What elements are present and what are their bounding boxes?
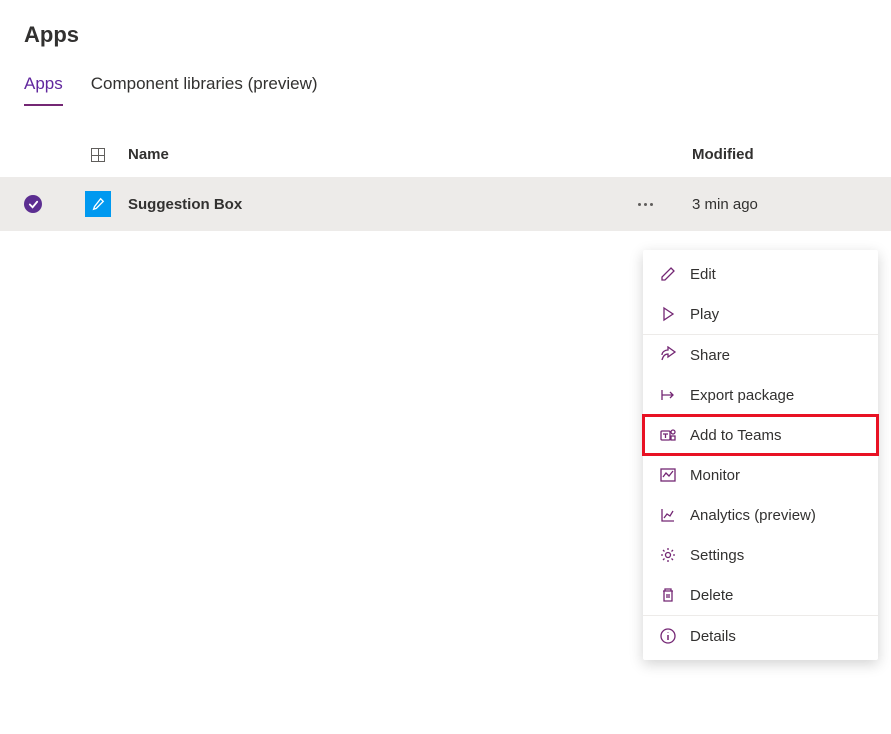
app-icon [85, 191, 111, 217]
tabs: Apps Component libraries (preview) [0, 56, 891, 106]
menu-add-to-teams-label: Add to Teams [690, 427, 781, 444]
column-name[interactable]: Name [116, 146, 632, 163]
page-title: Apps [0, 0, 891, 56]
menu-play-label: Play [690, 306, 719, 323]
delete-icon [659, 586, 677, 604]
modified-cell: 3 min ago [692, 196, 867, 213]
menu-edit[interactable]: Edit [643, 254, 878, 294]
menu-monitor[interactable]: Monitor [643, 455, 878, 495]
menu-settings-label: Settings [690, 547, 744, 564]
menu-delete-label: Delete [690, 587, 733, 604]
menu-delete[interactable]: Delete [643, 575, 878, 615]
table-row[interactable]: Suggestion Box 3 min ago [0, 177, 891, 231]
menu-analytics[interactable]: Analytics (preview) [643, 495, 878, 535]
more-actions-button[interactable] [632, 197, 692, 212]
table-header: Name Modified [0, 136, 891, 177]
menu-export-label: Export package [690, 387, 794, 404]
column-modified[interactable]: Modified [692, 146, 867, 163]
grid-view-icon[interactable] [91, 148, 105, 162]
menu-play[interactable]: Play [643, 294, 878, 334]
play-icon [659, 305, 677, 323]
details-icon [659, 627, 677, 645]
export-icon [659, 386, 677, 404]
menu-share-label: Share [690, 347, 730, 364]
analytics-icon [659, 506, 677, 524]
teams-icon [659, 426, 677, 444]
apps-table: Name Modified Suggestion Box 3 min ago [0, 136, 891, 231]
menu-monitor-label: Monitor [690, 467, 740, 484]
menu-share[interactable]: Share [643, 334, 878, 375]
settings-icon [659, 546, 677, 564]
menu-details-label: Details [690, 628, 736, 645]
menu-settings[interactable]: Settings [643, 535, 878, 575]
app-name[interactable]: Suggestion Box [116, 196, 632, 213]
menu-analytics-label: Analytics (preview) [690, 507, 816, 524]
monitor-icon [659, 466, 677, 484]
menu-details[interactable]: Details [643, 615, 878, 656]
share-icon [659, 346, 677, 364]
context-menu: Edit Play Share Export package Add to Te… [643, 250, 878, 660]
tab-component-libraries[interactable]: Component libraries (preview) [91, 74, 318, 106]
menu-export[interactable]: Export package [643, 375, 878, 415]
menu-add-to-teams[interactable]: Add to Teams [643, 415, 878, 455]
menu-edit-label: Edit [690, 266, 716, 283]
edit-icon [659, 265, 677, 283]
tab-apps[interactable]: Apps [24, 74, 63, 106]
row-selected-checkmark-icon[interactable] [24, 195, 42, 213]
